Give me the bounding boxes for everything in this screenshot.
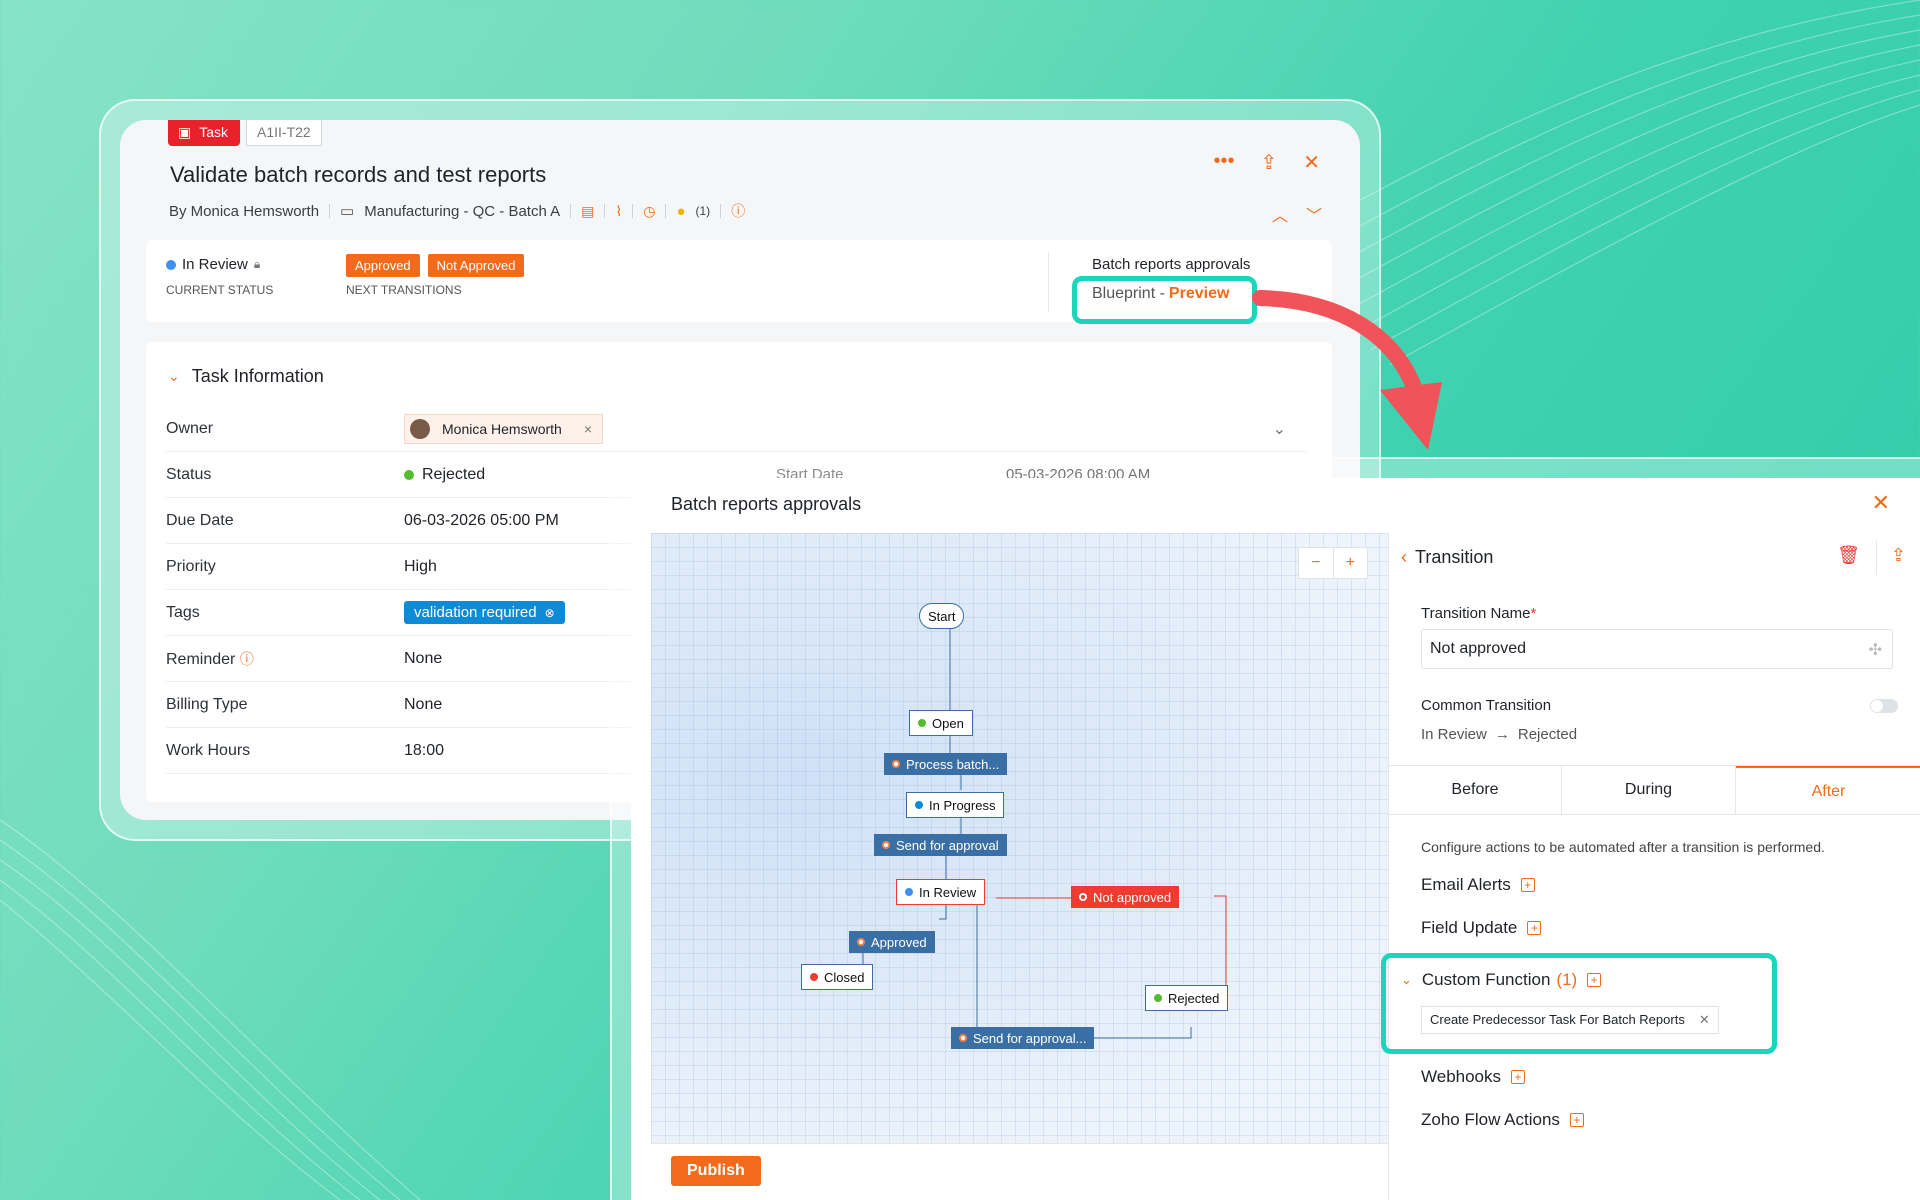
node-rejected[interactable]: Rejected (1145, 985, 1229, 1011)
transition-process-batch[interactable]: Process batch... (884, 753, 1008, 775)
reaction-count: (1) (695, 204, 711, 218)
next-transitions-label: NEXT TRANSITIONS (346, 283, 462, 297)
move-icon: ✣ (1868, 642, 1882, 659)
chevron-down-icon[interactable]: ⌄ (168, 368, 180, 385)
tab-during[interactable]: During (1562, 766, 1736, 814)
blueprint-canvas[interactable]: − + Start Open Process batch... In Progr… (651, 533, 1388, 1143)
remove-tag-icon[interactable]: ⊗ (545, 606, 555, 620)
transition-settings-panel: ‹ Transition 🗑︎ ⇪ Transition Name* Not a… (1388, 533, 1920, 1200)
next-task-icon[interactable]: ﹀ (1306, 202, 1322, 226)
task-author[interactable]: By Monica Hemsworth (169, 203, 319, 220)
transition-approved[interactable]: Approved (849, 931, 935, 953)
owner-chip[interactable]: Monica Hemsworth × (404, 413, 604, 444)
task-project[interactable]: Manufacturing - QC - Batch A (364, 203, 560, 220)
transition-send-for-approval[interactable]: Send for approval (874, 834, 1007, 856)
comment-icon[interactable]: ▤ (581, 203, 594, 220)
current-status-label: CURRENT STATUS (166, 283, 274, 297)
delete-icon[interactable]: 🗑︎ (1837, 545, 1860, 566)
more-options-icon[interactable]: ••• (1213, 150, 1234, 175)
email-alerts-row: Email Alerts + (1421, 875, 1535, 895)
blueprint-name: Batch reports approvals (1092, 256, 1251, 273)
task-type-tag: ▣ Task (168, 120, 241, 146)
add-zoho-flow-button[interactable]: + (1569, 1113, 1584, 1127)
transition-approved-button[interactable]: Approved (346, 254, 420, 277)
common-transition-toggle[interactable] (1870, 699, 1898, 713)
common-transition-label: Common Transition (1421, 697, 1552, 714)
status-dot (166, 259, 176, 270)
field-update-row: Field Update + (1421, 918, 1542, 938)
preview-highlight (1072, 276, 1257, 324)
node-start[interactable]: Start (919, 603, 965, 629)
task-id: A1II-T22 (246, 120, 322, 146)
transition-path: In Review → Rejected (1421, 726, 1578, 743)
tab-after[interactable]: After (1736, 766, 1920, 814)
transition-not-approved-button[interactable]: Not Approved (427, 254, 525, 277)
previous-task-icon[interactable]: ︿ (1272, 202, 1288, 226)
export-icon[interactable]: ⇪ (1891, 545, 1906, 566)
add-email-alert-button[interactable]: + (1520, 878, 1535, 892)
info-icon[interactable]: ⓘ (731, 201, 745, 221)
custom-function-highlight (1381, 953, 1777, 1054)
tab-before[interactable]: Before (1389, 766, 1562, 814)
panel-header: Transition (1415, 547, 1494, 567)
attachment-icon[interactable]: ⌇ (615, 203, 622, 220)
webhooks-row: Webhooks + (1421, 1067, 1526, 1087)
current-status[interactable]: In Review (182, 256, 248, 273)
transition-send-for-approval-again[interactable]: Send for approval... (951, 1027, 1095, 1049)
share-icon[interactable]: ⇪ (1260, 150, 1277, 175)
transition-name-input[interactable]: Not approved ✣ (1421, 629, 1893, 669)
node-in-review[interactable]: In Review (896, 879, 986, 905)
node-closed[interactable]: Closed (801, 964, 874, 990)
tag-chip[interactable]: validation required ⊗ (404, 601, 565, 624)
node-in-progress[interactable]: In Progress (906, 792, 1005, 818)
flow-connectors (862, 627, 1227, 1039)
node-open[interactable]: Open (909, 710, 973, 736)
transition-name-label: Transition Name (1421, 605, 1531, 622)
info-icon: ⓘ (239, 650, 254, 667)
publish-button[interactable]: Publish (671, 1156, 761, 1186)
lock-icon: 🔒︎ (253, 257, 261, 271)
clipboard-icon: ▣ (178, 124, 192, 140)
add-webhook-button[interactable]: + (1511, 1070, 1526, 1084)
field-owner: Owner Monica Hemsworth × ⌄ (166, 406, 1306, 452)
status-dot (404, 469, 414, 480)
section-title: Task Information (191, 366, 324, 386)
blueprint-title: Batch reports approvals (671, 494, 862, 514)
remove-owner-icon[interactable]: × (584, 421, 592, 437)
avatar (410, 418, 430, 439)
task-title: Validate batch records and test reports (170, 162, 547, 187)
pointer-arrow (1252, 290, 1442, 450)
close-icon[interactable]: ✕ (1872, 490, 1890, 516)
calendar-icon: ▭ (340, 203, 355, 220)
zoho-flow-row: Zoho Flow Actions + (1421, 1110, 1584, 1130)
timer-icon[interactable]: ◷ (643, 203, 655, 220)
back-chevron-icon[interactable]: ‹ (1401, 547, 1407, 568)
blueprint-panel: Batch reports approvals ✕ − + Start Open… (631, 478, 1920, 1200)
add-field-update-button[interactable]: + (1527, 921, 1542, 935)
after-description: Configure actions to be automated after … (1421, 839, 1825, 855)
close-icon[interactable]: ✕ (1303, 150, 1320, 175)
emoji-icon[interactable]: ● (676, 203, 685, 220)
transition-not-approved[interactable]: Not approved (1071, 886, 1180, 908)
